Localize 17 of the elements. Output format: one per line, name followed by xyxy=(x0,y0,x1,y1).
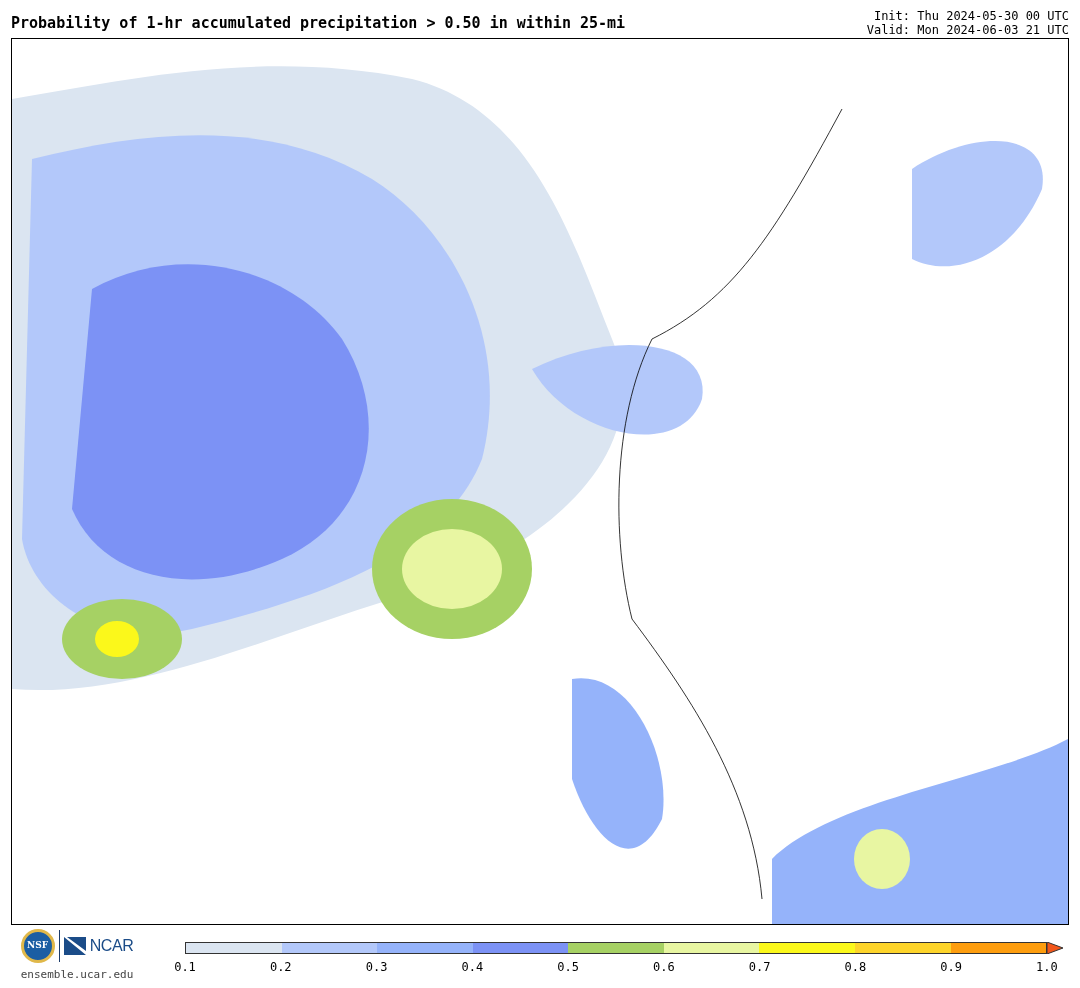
ncar-logo-text: NCAR xyxy=(89,936,134,956)
tick-label: 0.3 xyxy=(364,959,389,976)
tick-label: 1.0 xyxy=(1035,959,1059,976)
nsf-logo: NSF xyxy=(20,929,55,963)
map-title: Probability of 1-hr accumulated precipitation > 0.50 in within 25-mi xyxy=(11,12,626,34)
tick-label: 0.1 xyxy=(173,959,197,976)
valid-time: Valid: Mon 2024-06-03 21 UTC xyxy=(866,23,1069,37)
ncar-logo-icon xyxy=(63,937,86,955)
tick-label: 0.6 xyxy=(652,959,676,976)
tick-label: 0.7 xyxy=(747,959,772,976)
init-time: Init: Thu 2024-05-30 00 UTC xyxy=(873,9,1069,23)
tick-label: 0.2 xyxy=(268,959,293,976)
site-address: ensemble.ucar.edu xyxy=(20,967,134,983)
tick-label: 0.5 xyxy=(556,959,580,976)
tick-label: 0.9 xyxy=(939,959,963,976)
tick-label: 0.8 xyxy=(843,959,868,976)
tick-label: 0.4 xyxy=(460,959,485,976)
